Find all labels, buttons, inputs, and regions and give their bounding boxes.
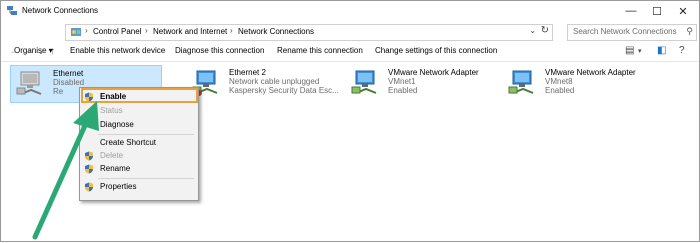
- pointer-arrow-annotation: [32, 101, 99, 240]
- network-connections-window: Network Connections — ☐ ✕ ← → ⌄ ↑ › Cont…: [0, 0, 700, 242]
